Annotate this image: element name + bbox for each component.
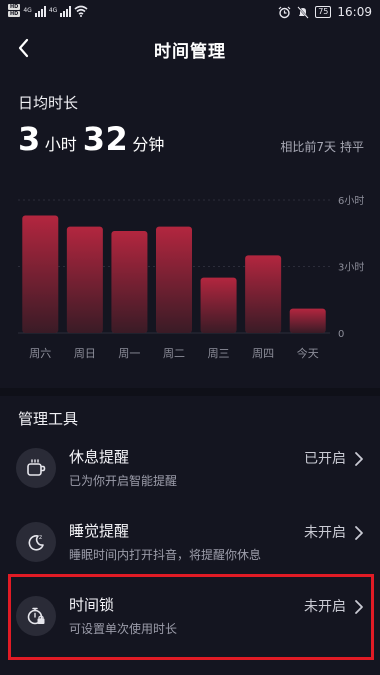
tool-status: 未开启 [304,599,346,615]
bar-3 [156,226,192,333]
y-tick-label: 0 [338,329,344,340]
hours-value: 3 [18,120,41,158]
signal-group: HD HD 4G 4G [8,4,88,17]
tool-description: 可设置单次使用时长 [69,622,178,636]
tool-name: 休息提醒 [69,448,130,466]
x-tick-label: 周六 [29,347,51,360]
minutes-value: 32 [82,120,129,158]
tool-status: 未开启 [304,525,346,541]
tool-item-time-lock[interactable]: 时间锁 可设置单次使用时长 未开启 [0,584,380,652]
tool-item-sleep-reminder[interactable]: z 睡觉提醒 睡眠时间内打开抖音，将提醒你休息 未开启 [0,510,380,578]
y-tick-label: 3小时 [338,262,364,274]
mute-bell-icon [297,5,309,19]
tools-section-title: 管理工具 [18,410,79,428]
tool-name: 睡觉提醒 [69,522,130,540]
bar-1 [66,226,103,333]
hd-badge: HD [8,4,21,10]
tool-name: 时间锁 [69,596,115,614]
chevron-right-icon [355,526,363,540]
bar-2 [111,231,148,333]
usage-bar-chart: 6小时 3小时 0 周六 周日 周一 周二 周三 周四 今天 [18,195,364,360]
daily-average-value: 3 小时 32 分钟 [18,120,170,158]
comparison-text: 相比前7天 持平 [276,138,364,155]
bar-5 [245,255,282,333]
usage-chart: 6小时 3小时 0 周六 周日 周一 周二 周三 周四 今天 [0,190,380,370]
x-tick-label: 今天 [297,346,319,360]
battery-icon: 75 [315,6,332,18]
network-type: 4G [48,7,58,14]
coffee-cup-icon [16,448,56,488]
y-tick-label: 6小时 [338,195,364,207]
compare-label: 相比前7天 [280,140,336,154]
section-divider [0,388,380,396]
svg-text:z: z [39,534,42,541]
status-bar: HD HD 4G 4G 75 16:09 [0,0,380,26]
tool-item-rest-reminder[interactable]: 休息提醒 已为你开启智能提醒 已开启 [0,436,380,504]
tool-description: 已为你开启智能提醒 [69,474,178,488]
tool-description: 睡眠时间内打开抖音，将提醒你休息 [69,548,262,562]
alarm-icon [278,6,291,18]
x-tick-label: 周日 [74,347,96,360]
page-title: 时间管理 [154,42,226,62]
moon-sleep-icon: z [16,522,56,562]
hours-unit: 小时 [44,135,77,154]
bar-6 [289,308,326,333]
header: 时间管理 [0,28,380,68]
bar-4 [200,277,237,333]
wifi-icon [74,5,88,17]
status-right: 75 16:09 [278,5,372,19]
clock: 16:09 [337,5,372,19]
bar-0 [22,215,59,333]
network-type: 4G [23,7,32,14]
x-tick-label: 周一 [118,347,140,360]
daily-average-label: 日均时长 [18,94,79,112]
chevron-right-icon [355,600,363,614]
x-tick-label: 周四 [252,347,274,360]
compare-value: 持平 [339,140,364,154]
signal-icon [60,5,72,17]
minutes-unit: 分钟 [132,135,165,154]
timer-lock-icon [16,596,56,636]
x-tick-label: 周三 [208,347,230,360]
x-tick-label: 周二 [163,347,185,360]
tool-status: 已开启 [304,451,346,467]
signal-icon [34,5,46,17]
hd-badge: HD [8,11,21,17]
chevron-right-icon [355,452,363,466]
